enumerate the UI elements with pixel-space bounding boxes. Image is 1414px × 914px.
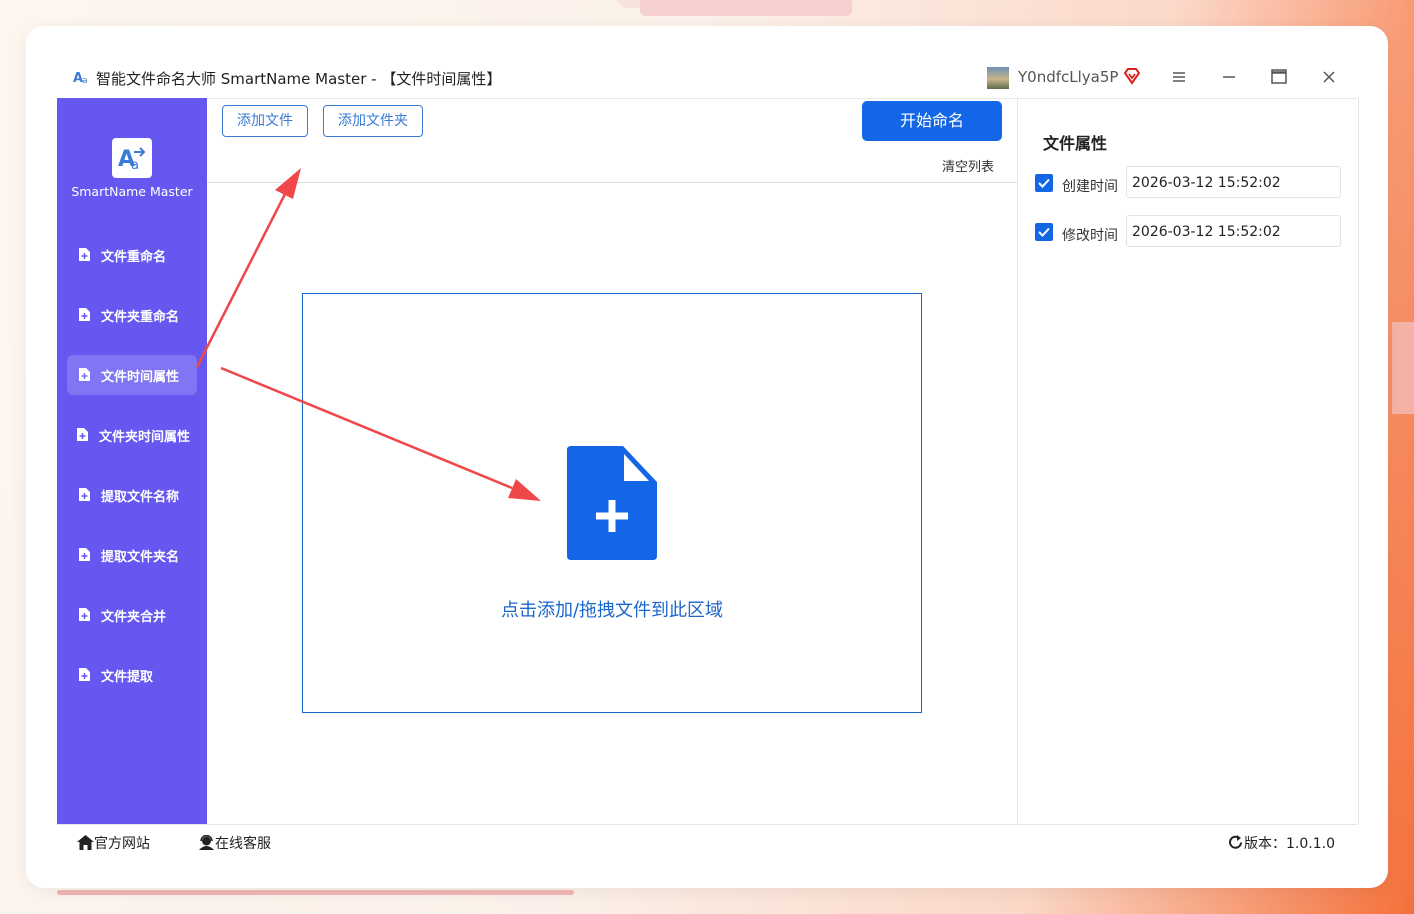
minimize-icon[interactable] [1217, 66, 1241, 88]
status-bar: 官方网站 在线客服 版本：1.0.1.0 [57, 824, 1357, 861]
title-bar: A a 智能文件命名大师 SmartName Master - 【文件时间属性】… [57, 54, 1357, 99]
file-add-icon [77, 428, 88, 441]
sidebar-item-label: 文件时间属性 [101, 370, 180, 385]
home-icon [77, 835, 94, 850]
modified-time-checkbox[interactable] [1035, 223, 1053, 241]
drop-zone-hint: 点击添加/拖拽文件到此区域 [500, 600, 724, 621]
file-drop-zone[interactable]: 点击添加/拖拽文件到此区域 [302, 293, 922, 713]
created-time-input[interactable]: 2026-03-12 15:52:02 [1126, 166, 1341, 198]
user-avatar[interactable] [987, 67, 1009, 89]
sidebar-item-extract-foldernames[interactable]: 提取文件夹名 [67, 535, 197, 575]
sidebar-item-folder-time[interactable]: 文件夹时间属性 [67, 415, 197, 455]
modified-time-label: 修改时间 [1062, 228, 1118, 244]
sidebar-item-label: 文件提取 [101, 670, 154, 685]
online-support-label: 在线客服 [215, 836, 271, 852]
file-add-icon [79, 668, 90, 681]
created-time-checkbox[interactable] [1035, 174, 1053, 192]
taskbar-hint [57, 890, 574, 895]
vip-icon[interactable] [1123, 67, 1141, 85]
file-add-icon [79, 248, 90, 261]
background-decoration [640, 0, 852, 16]
sidebar-item-folder-merge[interactable]: 文件夹合并 [67, 595, 197, 635]
maximize-icon[interactable] [1267, 66, 1291, 88]
file-add-icon[interactable] [567, 446, 659, 560]
sidebar-item-label: 文件重命名 [101, 250, 167, 265]
sidebar-item-label: 提取文件夹名 [101, 550, 180, 565]
file-add-icon [79, 488, 90, 501]
app-logo-icon: A a [118, 147, 146, 173]
panel-title: 文件属性 [1043, 134, 1108, 153]
sidebar-item-file-extract[interactable]: 文件提取 [67, 655, 197, 695]
official-website-label: 官方网站 [94, 836, 150, 852]
file-add-icon [79, 608, 90, 621]
support-agent-icon [199, 834, 214, 850]
sidebar-logo-text: SmartName Master [71, 184, 193, 199]
file-add-icon [79, 308, 90, 321]
svg-text:a: a [82, 76, 88, 85]
close-icon[interactable] [1317, 66, 1341, 88]
background-decoration [1392, 322, 1414, 414]
file-add-icon [79, 548, 90, 561]
sidebar-item-label: 提取文件名称 [101, 490, 180, 505]
window-title: 智能文件命名大师 SmartName Master - 【文件时间属性】 [96, 70, 502, 88]
svg-text:a: a [131, 158, 139, 173]
sidebar: A a SmartName Master 文件重命名 文件夹重命名 文件时间属性… [57, 98, 207, 824]
add-folder-button[interactable]: 添加文件夹 [323, 105, 423, 137]
add-file-button[interactable]: 添加文件 [222, 105, 308, 137]
sidebar-logo: A a [112, 138, 152, 178]
app-window: A a 智能文件命名大师 SmartName Master - 【文件时间属性】… [57, 54, 1359, 861]
official-website-link[interactable]: 官方网站 [77, 833, 150, 853]
version-label: 版本：1.0.1.0 [1244, 836, 1335, 852]
file-properties-panel: 文件属性 创建时间 2026-03-12 15:52:02 修改时间 2026-… [1017, 98, 1359, 824]
refresh-icon [1229, 835, 1242, 849]
menu-icon[interactable] [1167, 66, 1191, 88]
sidebar-item-label: 文件夹时间属性 [99, 430, 191, 445]
sidebar-item-label: 文件夹合并 [101, 610, 167, 625]
sidebar-item-label: 文件夹重命名 [101, 310, 180, 325]
created-time-label: 创建时间 [1062, 179, 1118, 195]
username[interactable]: Y0ndfcLlya5P [1018, 68, 1118, 86]
version-info[interactable]: 版本：1.0.1.0 [1227, 833, 1335, 853]
sidebar-item-extract-filenames[interactable]: 提取文件名称 [67, 475, 197, 515]
file-add-icon [79, 368, 90, 381]
sidebar-item-folder-rename[interactable]: 文件夹重命名 [67, 295, 197, 335]
toolbar: 添加文件 添加文件夹 开始命名 清空列表 [207, 98, 1017, 183]
online-support-link[interactable]: 在线客服 [198, 833, 271, 853]
clear-list-link[interactable]: 清空列表 [942, 156, 994, 175]
app-logo-icon: A a [73, 71, 88, 85]
start-rename-button[interactable]: 开始命名 [862, 101, 1002, 141]
sidebar-item-file-rename[interactable]: 文件重命名 [67, 235, 197, 275]
modified-time-input[interactable]: 2026-03-12 15:52:02 [1126, 215, 1341, 247]
sidebar-item-file-time[interactable]: 文件时间属性 [67, 355, 197, 395]
